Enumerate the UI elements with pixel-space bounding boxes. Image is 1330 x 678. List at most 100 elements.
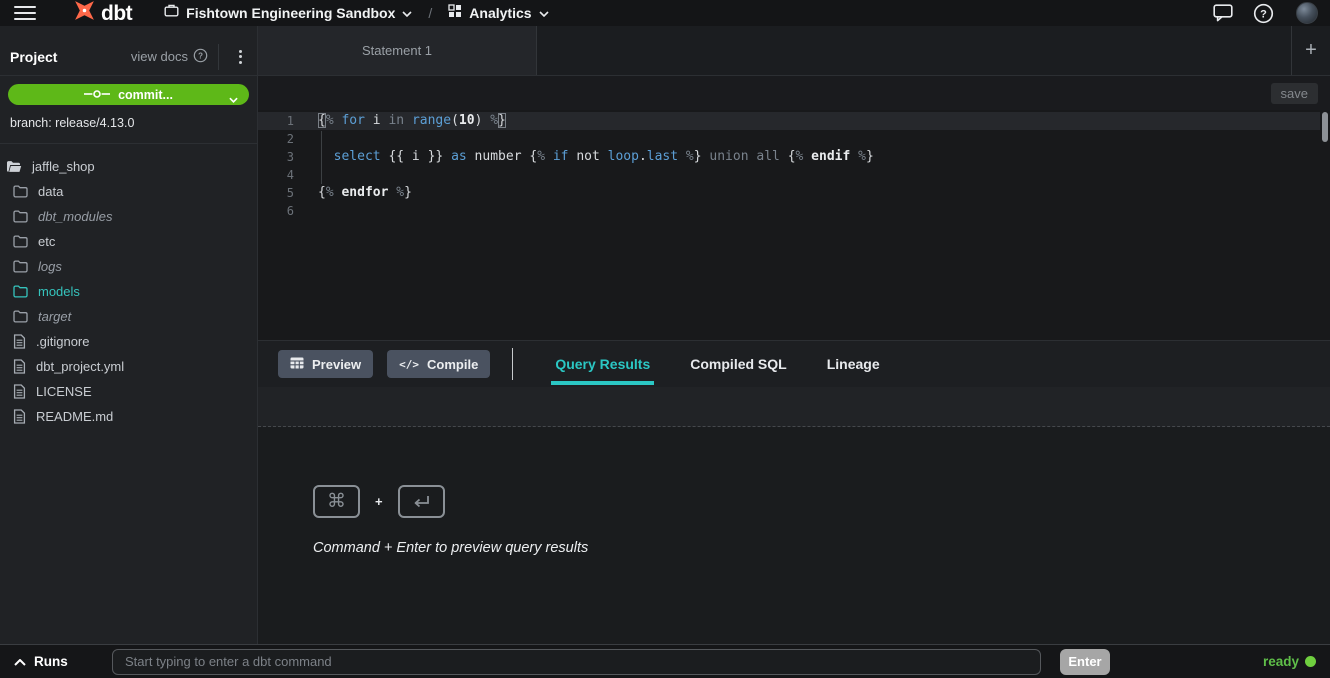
- hamburger-menu-icon[interactable]: [14, 6, 36, 20]
- runs-toggle[interactable]: Runs: [14, 653, 112, 671]
- top-bar: dbt Fishtown Engineering Sandbox / Analy…: [0, 0, 1330, 26]
- folder-icon: [13, 185, 28, 198]
- tree-item-license[interactable]: LICENSE: [0, 379, 257, 404]
- svg-text:?: ?: [1260, 8, 1267, 20]
- chevron-up-icon: [14, 653, 26, 671]
- tree-item-dbt-project-yml[interactable]: dbt_project.yml: [0, 354, 257, 379]
- tree-item-label: jaffle_shop: [32, 159, 95, 174]
- compile-button-label: Compile: [427, 357, 478, 372]
- commit-button-label: commit...: [118, 88, 173, 102]
- tree-item-target[interactable]: target: [0, 304, 257, 329]
- git-commit-icon: [84, 88, 110, 102]
- code-line-2: 2: [258, 130, 1320, 148]
- dbt-command-input[interactable]: [112, 649, 1041, 675]
- tree-item-label: LICENSE: [36, 384, 92, 399]
- tab-bar-empty-space: [537, 26, 1292, 75]
- project-name: Analytics: [469, 5, 531, 21]
- project-switcher[interactable]: Analytics: [448, 4, 548, 23]
- help-circle-icon: ?: [193, 48, 208, 66]
- line-number: 3: [258, 148, 294, 166]
- editor-scrollbar[interactable]: [1322, 112, 1328, 142]
- user-avatar[interactable]: [1296, 2, 1318, 24]
- results-tab-query-results[interactable]: Query Results: [555, 341, 650, 387]
- indent-guide: [321, 131, 322, 184]
- file-icon: [13, 359, 26, 374]
- branch-label: branch: release/4.13.0: [8, 105, 249, 143]
- code-line-content: {% for i in range(10) %}: [294, 112, 506, 130]
- tree-item-dbt-modules[interactable]: dbt_modules: [0, 204, 257, 229]
- help-icon[interactable]: ?: [1253, 3, 1274, 24]
- status-dot: [1305, 656, 1316, 667]
- command-key-icon: ⌘: [313, 485, 360, 518]
- code-line-content: [294, 202, 318, 220]
- line-number: 1: [258, 112, 294, 130]
- shortcut-keys: ⌘ +: [313, 485, 1330, 518]
- tree-item-gitignore[interactable]: .gitignore: [0, 329, 257, 354]
- briefcase-icon: [164, 3, 179, 23]
- enter-key-icon: [398, 485, 445, 518]
- tree-item-label: .gitignore: [36, 334, 89, 349]
- runs-label: Runs: [34, 654, 68, 669]
- folder-open-icon: [6, 160, 22, 173]
- tree-item-logs[interactable]: logs: [0, 254, 257, 279]
- status-indicator: ready: [1263, 654, 1316, 669]
- dbt-ide-app: dbt Fishtown Engineering Sandbox / Analy…: [0, 0, 1330, 678]
- folder-icon: [13, 210, 28, 223]
- code-editor[interactable]: 1{% for i in range(10) %}23 select {{ i …: [258, 110, 1330, 341]
- chevron-down-icon: [229, 92, 238, 106]
- status-bar: Runs Enter ready: [0, 644, 1330, 678]
- chevron-down-icon: [539, 4, 549, 22]
- sidebar-header: Project view docs ?: [0, 26, 257, 76]
- code-brackets-icon: </>: [399, 358, 419, 371]
- tree-item-label: data: [38, 184, 63, 199]
- tree-item-label: etc: [38, 234, 55, 249]
- new-tab-button[interactable]: +: [1292, 26, 1330, 75]
- code-line-content: [294, 130, 318, 148]
- tree-item-label: dbt_modules: [38, 209, 112, 224]
- results-tab-compiled-sql[interactable]: Compiled SQL: [690, 341, 786, 387]
- save-button[interactable]: save: [1271, 83, 1318, 104]
- account-switcher[interactable]: Fishtown Engineering Sandbox: [164, 3, 412, 23]
- feedback-chat-icon[interactable]: [1213, 4, 1233, 22]
- results-tab-lineage[interactable]: Lineage: [827, 341, 880, 387]
- tree-item-etc[interactable]: etc: [0, 229, 257, 254]
- shortcut-hint: Command + Enter to preview query results: [313, 540, 1330, 556]
- file-icon: [13, 334, 26, 349]
- tree-item-readme-md[interactable]: README.md: [0, 404, 257, 429]
- sidebar-menu-icon[interactable]: [229, 46, 251, 68]
- view-docs-link[interactable]: view docs ?: [131, 48, 208, 66]
- line-number: 5: [258, 184, 294, 202]
- line-number: 6: [258, 202, 294, 220]
- compile-button[interactable]: </> Compile: [387, 350, 490, 378]
- tree-item-data[interactable]: data: [0, 179, 257, 204]
- code-line-content: select {{ i }} as number {% if not loop.…: [294, 148, 874, 166]
- preview-button[interactable]: Preview: [278, 350, 373, 378]
- results-content: ⌘ + Command + Enter to preview query res…: [258, 427, 1330, 644]
- folder-icon: [13, 235, 28, 248]
- tree-item-jaffle-shop[interactable]: jaffle_shop: [0, 154, 257, 179]
- file-explorer-sidebar: Project view docs ? commit...: [0, 26, 258, 644]
- dbt-logo[interactable]: dbt: [72, 0, 132, 28]
- tree-item-models[interactable]: models: [0, 279, 257, 304]
- enter-button[interactable]: Enter: [1060, 649, 1110, 675]
- status-label: ready: [1263, 654, 1299, 669]
- table-grid-icon: [290, 357, 304, 372]
- account-name: Fishtown Engineering Sandbox: [186, 5, 395, 21]
- sidebar-title: Project: [10, 49, 57, 65]
- tab-statement-1[interactable]: Statement 1: [258, 26, 537, 75]
- tree-item-label: models: [38, 284, 80, 299]
- tree-item-label: logs: [38, 259, 62, 274]
- editor-tab-bar: Statement 1 +: [258, 26, 1330, 76]
- code-lines: 1{% for i in range(10) %}23 select {{ i …: [258, 112, 1320, 220]
- results-header-strip: [258, 387, 1330, 427]
- folder-icon: [13, 260, 28, 273]
- tree-item-label: README.md: [36, 409, 113, 424]
- chevron-down-icon: [402, 4, 412, 22]
- code-line-4: 4: [258, 166, 1320, 184]
- code-line-5: 5{% endfor %}: [258, 184, 1320, 202]
- folder-icon: [13, 310, 28, 323]
- results-toolbar: Preview </> Compile Query Results Compile…: [258, 341, 1330, 387]
- tree-item-label: dbt_project.yml: [36, 359, 124, 374]
- commit-button[interactable]: commit...: [8, 84, 249, 105]
- results-tabs: Query Results Compiled SQL Lineage: [535, 341, 899, 387]
